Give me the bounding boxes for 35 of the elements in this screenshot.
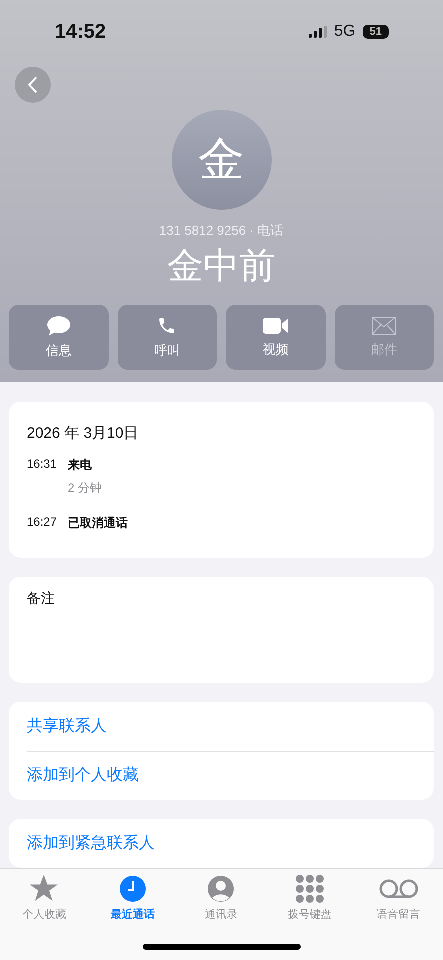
- network-label: 5G: [334, 23, 356, 41]
- call-date: 2026 年 3月10日: [27, 424, 140, 443]
- action-link[interactable]: 添加到紧急联系人: [9, 818, 434, 868]
- contact-name: 金中前: [168, 244, 276, 288]
- star-icon: [29, 874, 60, 903]
- avatar: 金: [172, 110, 272, 210]
- call-type: 已取消通话: [68, 514, 129, 532]
- action-button[interactable]: 呼叫: [118, 305, 217, 370]
- envelope-icon: [372, 316, 396, 334]
- clock-icon: [118, 874, 147, 903]
- tab[interactable]: 个人收藏: [0, 874, 89, 922]
- tab[interactable]: 拨号键盘: [266, 874, 354, 922]
- tab[interactable]: 通讯录: [177, 874, 266, 922]
- call-type: 来电: [68, 456, 93, 474]
- phone-number: 131 5812 9256 · 电话: [159, 222, 284, 240]
- action-button[interactable]: 信息: [9, 305, 108, 370]
- notes-label: 备注: [27, 590, 55, 606]
- call-time: 16:27: [27, 514, 58, 531]
- signal-icon: [309, 26, 328, 38]
- call-time: 16:31: [27, 456, 58, 473]
- tab[interactable]: 最近通话: [88, 874, 178, 922]
- keypad-icon: [296, 874, 324, 903]
- phone-icon: [157, 316, 178, 336]
- action-link[interactable]: 共享联系人: [9, 702, 434, 751]
- video-camera-icon: [262, 316, 289, 334]
- tab[interactable]: 语音留言: [354, 874, 443, 922]
- back-button[interactable]: [15, 67, 51, 103]
- person-icon: [207, 874, 236, 903]
- call-duration: 2 分钟: [68, 480, 104, 497]
- battery-level: 51: [362, 25, 389, 39]
- action-link[interactable]: 添加到个人收藏: [27, 750, 434, 800]
- chevron-left-icon: [28, 76, 38, 94]
- chat-bubble-icon: [46, 316, 71, 336]
- status-time: 14:52: [55, 20, 106, 44]
- action-button[interactable]: 视频: [226, 305, 326, 370]
